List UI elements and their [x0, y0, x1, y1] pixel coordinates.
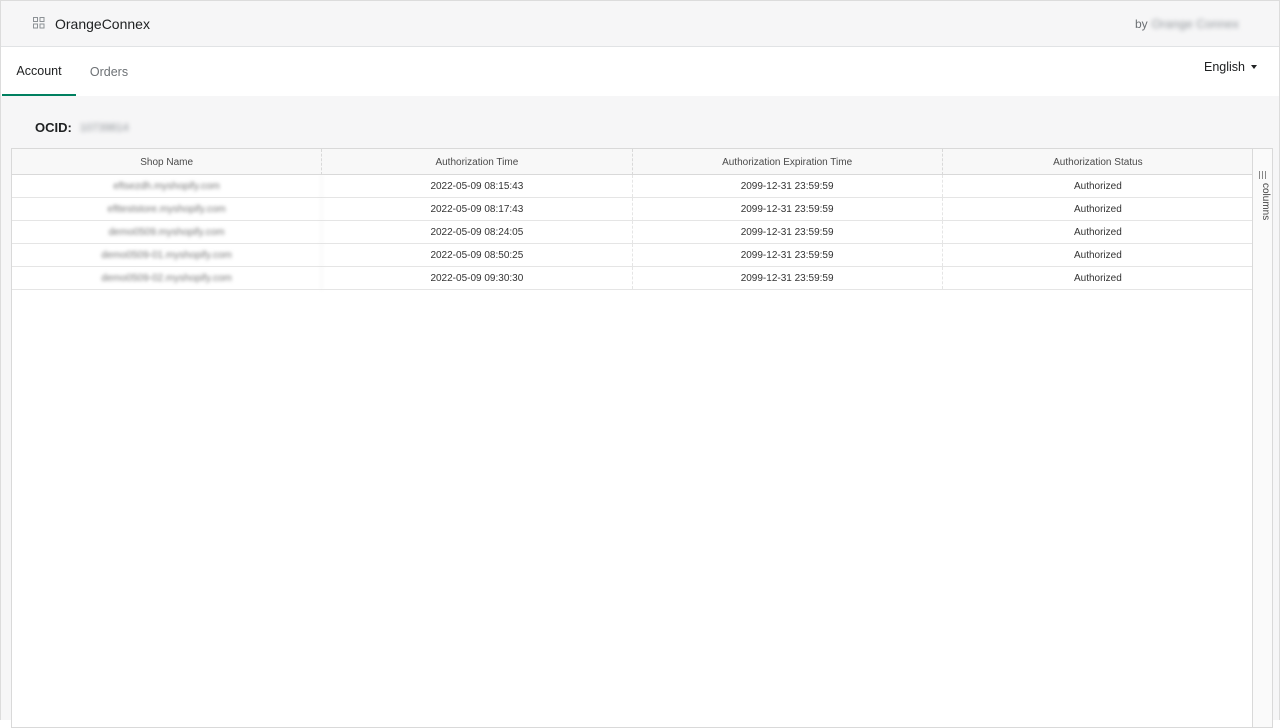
- app-title: OrangeConnex: [55, 16, 150, 32]
- column-header-authorization-time[interactable]: Authorization Time: [322, 149, 633, 175]
- app-header: OrangeConnex by Orange Connex: [1, 1, 1279, 47]
- expiration-time-cell: 2099-12-31 23:59:59: [633, 175, 943, 197]
- status-cell: Authorized: [1073, 272, 1122, 284]
- by-label: by: [1134, 17, 1148, 31]
- authorization-table: Shop Name Authorization Time Authorizati…: [11, 148, 1273, 728]
- column-header-status[interactable]: Authorization Status: [943, 149, 1253, 175]
- expiration-time-cell: 2099-12-31 23:59:59: [633, 221, 943, 243]
- tab-orders-label: Orders: [89, 65, 129, 79]
- authorization-time-cell: 2022-05-09 08:17:43: [322, 198, 633, 220]
- authorization-time-cell: 2022-05-09 08:15:43: [322, 175, 633, 197]
- shop-name-cell: demo0509.myshopify.com: [12, 221, 323, 243]
- status-cell: Authorized: [1073, 249, 1122, 261]
- table-row[interactable]: eftteststore.myshopify.com 2022-05-09 08…: [12, 198, 1253, 221]
- status-cell: Authorized: [1073, 180, 1122, 192]
- table-body-wrapper: Shop Name Authorization Time Authorizati…: [12, 149, 1253, 727]
- expiration-time-cell: 2099-12-31 23:59:59: [633, 198, 943, 220]
- shop-name-cell: demo0509-01.myshopify.com: [12, 244, 323, 266]
- column-header-shop-name[interactable]: Shop Name: [12, 149, 323, 175]
- ocid-label: OCID:: [35, 120, 72, 135]
- tab-account[interactable]: Account: [2, 48, 76, 96]
- language-selector[interactable]: English: [1204, 60, 1257, 74]
- ocid-display: OCID: 10739814: [35, 120, 129, 135]
- table-header: Shop Name Authorization Time Authorizati…: [12, 149, 1253, 175]
- table-rows: eftsezdh.myshopify.com 2022-05-09 08:15:…: [12, 175, 1253, 290]
- shop-name-cell: eftteststore.myshopify.com: [12, 198, 323, 220]
- tab-account-label: Account: [16, 64, 62, 78]
- table-row[interactable]: eftsezdh.myshopify.com 2022-05-09 08:15:…: [12, 175, 1253, 198]
- columns-label: columns: [1260, 183, 1271, 221]
- language-label: English: [1204, 60, 1245, 74]
- status-cell: Authorized: [1073, 226, 1122, 238]
- shop-name-cell: eftsezdh.myshopify.com: [12, 175, 323, 197]
- columns-side-panel[interactable]: columns: [1252, 149, 1272, 727]
- tab-bar: Account Orders English: [1, 48, 1279, 96]
- main-content: OCID: 10739814 Shop Name Authorization T…: [1, 96, 1279, 728]
- expiration-time-cell: 2099-12-31 23:59:59: [633, 267, 943, 289]
- developer-credit: by Orange Connex: [1135, 17, 1239, 31]
- table-row[interactable]: demo0509-02.myshopify.com 2022-05-09 09:…: [12, 267, 1253, 290]
- expiration-time-cell: 2099-12-31 23:59:59: [633, 244, 943, 266]
- column-header-expiration-time[interactable]: Authorization Expiration Time: [633, 149, 943, 175]
- developer-name[interactable]: Orange Connex: [1152, 17, 1239, 31]
- status-cell: Authorized: [1073, 203, 1122, 215]
- caret-down-icon: [1251, 65, 1257, 69]
- authorization-time-cell: 2022-05-09 08:50:25: [322, 244, 633, 266]
- table-row[interactable]: demo0509-01.myshopify.com 2022-05-09 08:…: [12, 244, 1253, 267]
- tab-orders[interactable]: Orders: [77, 48, 141, 96]
- table-row[interactable]: demo0509.myshopify.com 2022-05-09 08:24:…: [12, 221, 1253, 244]
- apps-grid-icon: [33, 17, 45, 29]
- authorization-time-cell: 2022-05-09 09:30:30: [322, 267, 633, 289]
- authorization-time-cell: 2022-05-09 08:24:05: [322, 221, 633, 243]
- columns-icon: [1259, 171, 1266, 179]
- ocid-value: 10739814: [79, 121, 129, 134]
- shop-name-cell: demo0509-02.myshopify.com: [12, 267, 323, 289]
